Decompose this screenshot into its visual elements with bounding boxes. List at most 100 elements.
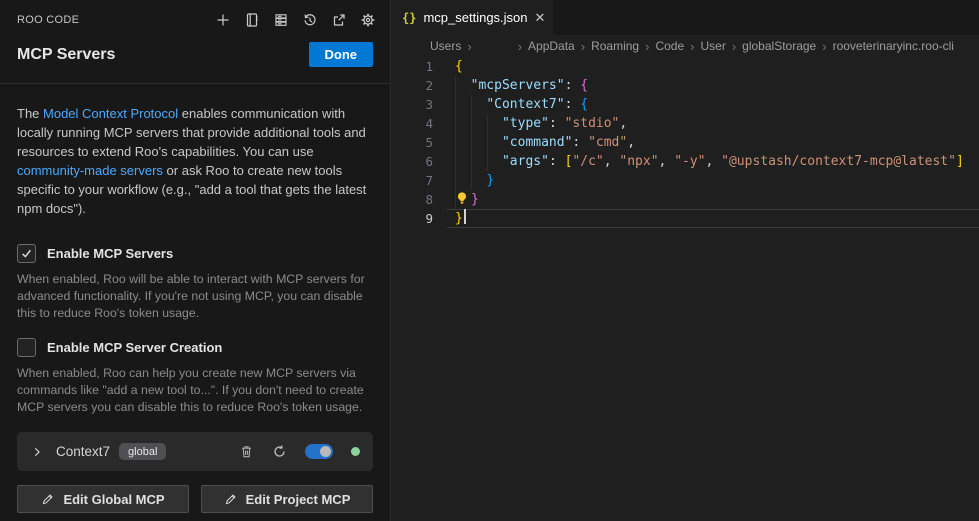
notebook-icon[interactable] bbox=[241, 9, 262, 30]
enable-mcp-servers-row: Enable MCP Servers bbox=[17, 244, 373, 263]
settings-gear-icon[interactable] bbox=[357, 9, 378, 30]
breadcrumb-separator-icon: › bbox=[732, 39, 736, 54]
breadcrumb: Users››AppData›Roaming›Code›User›globalS… bbox=[392, 35, 979, 57]
code-token: "-y" bbox=[674, 154, 705, 169]
code-line[interactable]: 4 "type": "stdio", bbox=[392, 114, 979, 133]
code-line[interactable]: 8} bbox=[392, 190, 979, 209]
code-token: "@upstash/context7-mcp@latest" bbox=[721, 154, 956, 169]
community-made-servers-link[interactable]: community-made servers bbox=[17, 163, 163, 178]
code-token: } bbox=[471, 192, 479, 207]
code-token: : bbox=[549, 116, 565, 131]
code-token bbox=[455, 116, 502, 131]
enable-mcp-server-creation-description: When enabled, Roo can help you create ne… bbox=[17, 365, 373, 416]
restart-server-icon[interactable] bbox=[272, 444, 287, 459]
edit-global-mcp-label: Edit Global MCP bbox=[63, 492, 164, 507]
code-token: { bbox=[580, 97, 588, 112]
json-file-icon: {} bbox=[402, 11, 416, 25]
code-line[interactable]: 2 "mcpServers": { bbox=[392, 76, 979, 95]
enable-mcp-servers-description: When enabled, Roo will be able to intera… bbox=[17, 271, 373, 322]
code-token: } bbox=[455, 211, 463, 226]
page-header: MCP Servers Done bbox=[0, 30, 390, 67]
code-token bbox=[455, 173, 486, 188]
code-token: : bbox=[565, 97, 581, 112]
code-token: "command" bbox=[502, 135, 572, 150]
mcp-server-row-context7[interactable]: Context7 global bbox=[17, 432, 373, 471]
breadcrumb-item[interactable]: Roaming bbox=[591, 39, 639, 53]
enable-mcp-server-creation-label: Enable MCP Server Creation bbox=[47, 340, 222, 355]
enable-mcp-server-creation-row: Enable MCP Server Creation bbox=[17, 338, 373, 357]
server-name: Context7 bbox=[56, 444, 110, 459]
code-token: , bbox=[706, 154, 722, 169]
code-line-content: { bbox=[433, 57, 463, 76]
enable-mcp-servers-checkbox[interactable] bbox=[17, 244, 36, 263]
line-number: 2 bbox=[392, 76, 433, 95]
breadcrumb-separator-icon: › bbox=[822, 39, 826, 54]
toggle-knob bbox=[320, 446, 331, 457]
history-icon[interactable] bbox=[299, 9, 320, 30]
code-token bbox=[455, 135, 502, 150]
server-enabled-toggle[interactable] bbox=[305, 444, 333, 459]
code-line[interactable]: 6 "args": ["/c", "npx", "-y", "@upstash/… bbox=[392, 152, 979, 171]
code-token: , bbox=[659, 154, 675, 169]
code-line[interactable]: 7 } bbox=[392, 171, 979, 190]
breadcrumb-separator-icon: › bbox=[690, 39, 694, 54]
breadcrumb-item[interactable]: rooveterinaryinc.roo-cli bbox=[833, 39, 954, 53]
code-token bbox=[455, 97, 486, 112]
tab-close-icon[interactable]: ✕ bbox=[535, 11, 546, 24]
code-token: { bbox=[580, 78, 588, 93]
model-context-protocol-link[interactable]: Model Context Protocol bbox=[43, 106, 178, 121]
add-icon[interactable] bbox=[212, 9, 233, 30]
open-in-editor-icon[interactable] bbox=[328, 9, 349, 30]
code-line-content: } bbox=[433, 171, 494, 190]
code-line[interactable]: 9} bbox=[392, 209, 979, 228]
code-token: , bbox=[604, 154, 620, 169]
code-token bbox=[455, 154, 502, 169]
edit-global-mcp-button[interactable]: Edit Global MCP bbox=[17, 485, 189, 513]
done-button[interactable]: Done bbox=[309, 42, 374, 67]
extension-title: ROO CODE bbox=[17, 14, 79, 26]
tab-mcp-settings-json[interactable]: {} mcp_settings.json ✕ bbox=[392, 0, 553, 35]
line-number: 9 bbox=[392, 209, 433, 228]
breadcrumb-item[interactable]: Code bbox=[655, 39, 684, 53]
code-line[interactable]: 3 "Context7": { bbox=[392, 95, 979, 114]
line-number: 4 bbox=[392, 114, 433, 133]
code-token: , bbox=[627, 135, 635, 150]
roo-code-sidebar: ROO CODE MCP Servers Done bbox=[0, 0, 391, 521]
lightbulb-code-action-icon[interactable] bbox=[455, 191, 471, 205]
code-token: "type" bbox=[502, 116, 549, 131]
breadcrumb-item[interactable]: User bbox=[700, 39, 725, 53]
breadcrumb-item[interactable]: Users bbox=[430, 39, 461, 53]
code-token bbox=[455, 78, 471, 93]
breadcrumb-item[interactable]: globalStorage bbox=[742, 39, 816, 53]
breadcrumb-separator-icon: › bbox=[467, 39, 471, 54]
code-area[interactable]: 1{2 "mcpServers": {3 "Context7": {4 "typ… bbox=[392, 57, 979, 228]
code-line[interactable]: 1{ bbox=[392, 57, 979, 76]
code-line-content: "Context7": { bbox=[433, 95, 588, 114]
edit-project-mcp-button[interactable]: Edit Project MCP bbox=[201, 485, 373, 513]
tab-filename: mcp_settings.json bbox=[423, 10, 527, 25]
page-title: MCP Servers bbox=[17, 46, 115, 64]
breadcrumb-item[interactable]: AppData bbox=[528, 39, 575, 53]
pencil-icon bbox=[224, 493, 237, 506]
delete-server-icon[interactable] bbox=[239, 444, 254, 459]
mcp-servers-icon[interactable] bbox=[270, 9, 291, 30]
code-token: "stdio" bbox=[565, 116, 620, 131]
server-actions bbox=[239, 444, 360, 459]
code-token: , bbox=[619, 116, 627, 131]
code-line-content: } bbox=[433, 209, 466, 228]
code-token: "cmd" bbox=[588, 135, 627, 150]
code-line-content: "type": "stdio", bbox=[433, 114, 627, 133]
code-line-content: "args": ["/c", "npx", "-y", "@upstash/co… bbox=[433, 152, 964, 171]
expand-chevron-icon[interactable] bbox=[30, 445, 44, 459]
code-token: "npx" bbox=[619, 154, 658, 169]
code-token: "Context7" bbox=[486, 97, 564, 112]
breadcrumb-separator-icon: › bbox=[645, 39, 649, 54]
code-token: ] bbox=[956, 154, 964, 169]
code-token: { bbox=[455, 59, 463, 74]
sidebar-content: The Model Context Protocol enables commu… bbox=[0, 104, 390, 513]
header-toolbar bbox=[212, 9, 378, 30]
code-token: "mcpServers" bbox=[471, 78, 565, 93]
line-number: 8 bbox=[392, 190, 433, 209]
enable-mcp-server-creation-checkbox[interactable] bbox=[17, 338, 36, 357]
code-line[interactable]: 5 "command": "cmd", bbox=[392, 133, 979, 152]
